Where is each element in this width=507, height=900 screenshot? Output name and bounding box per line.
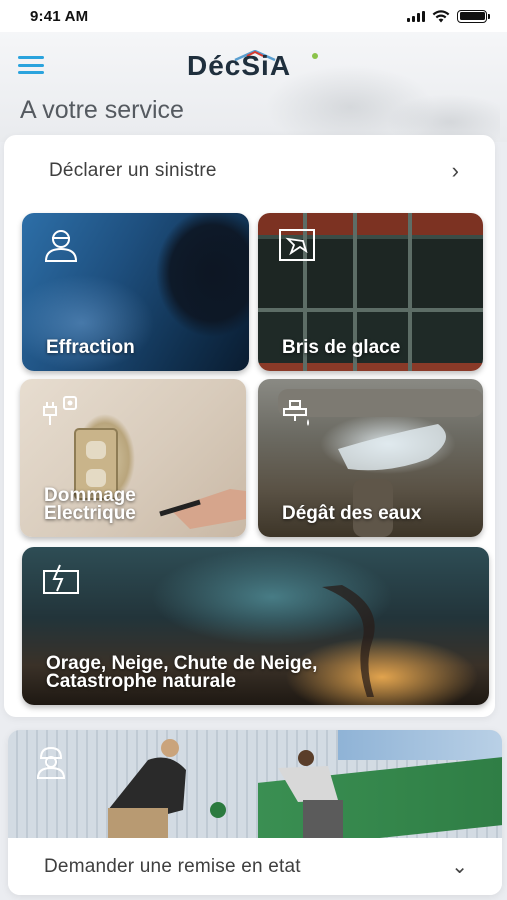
page-title: A votre service	[20, 96, 184, 124]
tile-dommage-electrique[interactable]: Dommage Electrique	[20, 379, 246, 537]
remise-en-etat-label: Demander une remise en etat	[44, 855, 301, 877]
water-pipe-icon	[283, 400, 309, 426]
tile-bris-de-glace[interactable]: Bris de glace	[258, 213, 483, 371]
status-time: 9:41 AM	[30, 7, 89, 25]
logo-text: DécSiA	[187, 50, 292, 81]
workers-illustration	[108, 739, 343, 838]
storm-house-icon	[43, 564, 79, 594]
battery-icon	[457, 9, 490, 23]
header: DécSiA A votre service	[0, 32, 507, 142]
construction-worker-icon	[36, 746, 66, 779]
tile-orage-catastrophe[interactable]: Orage, Neige, Chute de Neige, Catastroph…	[22, 547, 489, 705]
worker-helmet-icon	[44, 230, 78, 262]
tile-effraction[interactable]: Effraction	[22, 213, 249, 371]
status-bar: 9:41 AM	[0, 0, 507, 32]
status-icons	[407, 9, 490, 23]
remise-image	[8, 730, 502, 851]
declare-card: Déclarer un sinistre › Effraction Bris d…	[4, 135, 495, 717]
tile-label: Bris de glace	[282, 337, 401, 358]
battery-level	[459, 12, 485, 20]
app-logo: DécSiA	[187, 50, 327, 82]
remise-en-etat-row[interactable]: Demander une remise en etat ⌄	[8, 838, 502, 895]
tile-degat-des-eaux[interactable]: Dégât des eaux	[258, 379, 483, 537]
broken-glass-icon	[279, 229, 315, 261]
remise-card[interactable]: Demander une remise en etat ⌄	[8, 730, 502, 895]
header-background-image	[200, 32, 500, 142]
tile-label: Dégât des eaux	[282, 503, 422, 524]
hamburger-menu-icon[interactable]	[18, 54, 44, 76]
wifi-icon	[432, 9, 450, 22]
chevron-down-icon: ⌄	[451, 856, 468, 878]
signal-icon	[407, 10, 425, 22]
chevron-right-icon: ›	[451, 158, 459, 183]
tile-label: Orage, Neige, Chute de Neige, Catastroph…	[46, 653, 318, 692]
tile-label: Dommage Electrique	[44, 485, 136, 524]
declare-sinistre-label: Déclarer un sinistre	[49, 160, 217, 181]
declare-sinistre-row[interactable]: Déclarer un sinistre ›	[4, 135, 495, 207]
tile-label: Effraction	[46, 337, 135, 358]
